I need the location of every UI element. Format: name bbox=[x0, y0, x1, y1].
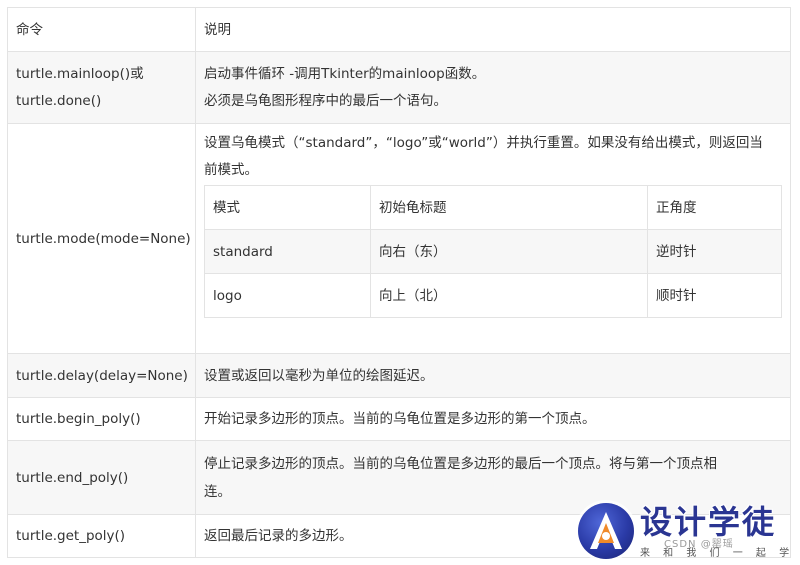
table-row: turtle.delay(delay=None) 设置或返回以毫秒为单位的绘图延… bbox=[7, 353, 791, 398]
mode-header-cell: 模式 bbox=[204, 185, 371, 230]
mode-table-header: 模式 初始龟标题 正角度 bbox=[204, 185, 782, 230]
table-row: turtle.mode(mode=None) 设置乌龟模式（“standard”… bbox=[7, 123, 791, 354]
mode-cell: 逆时针 bbox=[647, 229, 782, 274]
mode-cell: 顺时针 bbox=[647, 273, 782, 318]
description-line: 必须是乌龟图形程序中的最后一个语句。 bbox=[204, 92, 447, 109]
mode-cell: standard bbox=[204, 229, 371, 274]
mode-cell: 向上（北） bbox=[370, 273, 648, 318]
command-cell: turtle.mainloop()或 turtle.done() bbox=[7, 51, 196, 124]
command-line: turtle.mainloop()或 bbox=[16, 65, 144, 82]
description-cell: 启动事件循环 -调用Tkinter的mainloop函数。 必须是乌龟图形程序中… bbox=[195, 51, 791, 124]
description-cell: 设置乌龟模式（“standard”，“logo”或“world”）并执行重置。如… bbox=[195, 123, 791, 354]
description-line: 前模式。 bbox=[204, 162, 258, 178]
description-line: 停止记录多边形的顶点。当前的乌龟位置是多边形的最后一个顶点。将与第一个顶点相 bbox=[204, 455, 717, 472]
command-line: turtle.done() bbox=[16, 92, 102, 109]
mode-table: 模式 初始龟标题 正角度 standard 向右（东） 逆时针 logo 向上（… bbox=[204, 185, 782, 318]
watermark-logo: 设计学徒 来 和 我 们 一 起 学 设 计 CSDN @罂瑶 bbox=[574, 500, 800, 565]
command-cell: turtle.mode(mode=None) bbox=[7, 123, 196, 354]
description-line: 启动事件循环 -调用Tkinter的mainloop函数。 bbox=[204, 65, 486, 82]
mode-table-row: standard 向右（东） 逆时针 bbox=[204, 229, 782, 274]
description-cell: 开始记录多边形的顶点。当前的乌龟位置是多边形的第一个顶点。 bbox=[195, 397, 791, 441]
header-command: 命令 bbox=[7, 7, 196, 52]
mode-header-cell: 初始龟标题 bbox=[370, 185, 648, 230]
command-cell: turtle.end_poly() bbox=[7, 440, 196, 515]
mode-header-cell: 正角度 bbox=[647, 185, 782, 230]
table-row: turtle.mainloop()或 turtle.done() 启动事件循环 … bbox=[7, 51, 791, 124]
table-header-row: 命令 说明 bbox=[7, 7, 791, 52]
command-cell: turtle.get_poly() bbox=[7, 514, 196, 558]
header-description: 说明 bbox=[195, 7, 791, 52]
command-table: 命令 说明 turtle.mainloop()或 turtle.done() 启… bbox=[7, 7, 791, 558]
table-row: turtle.begin_poly() 开始记录多边形的顶点。当前的乌龟位置是多… bbox=[7, 397, 791, 441]
description-cell: 设置或返回以毫秒为单位的绘图延迟。 bbox=[195, 353, 791, 398]
description-line: 设置乌龟模式（“standard”，“logo”或“world”）并执行重置。如… bbox=[204, 135, 763, 151]
mode-cell: logo bbox=[204, 273, 371, 318]
mode-cell: 向右（东） bbox=[370, 229, 648, 274]
command-cell: turtle.delay(delay=None) bbox=[7, 353, 196, 398]
logo-emblem-icon bbox=[578, 503, 634, 559]
mode-table-row: logo 向上（北） 顺时针 bbox=[204, 273, 782, 318]
command-cell: turtle.begin_poly() bbox=[7, 397, 196, 441]
watermark-credit: CSDN @罂瑶 bbox=[664, 539, 734, 550]
